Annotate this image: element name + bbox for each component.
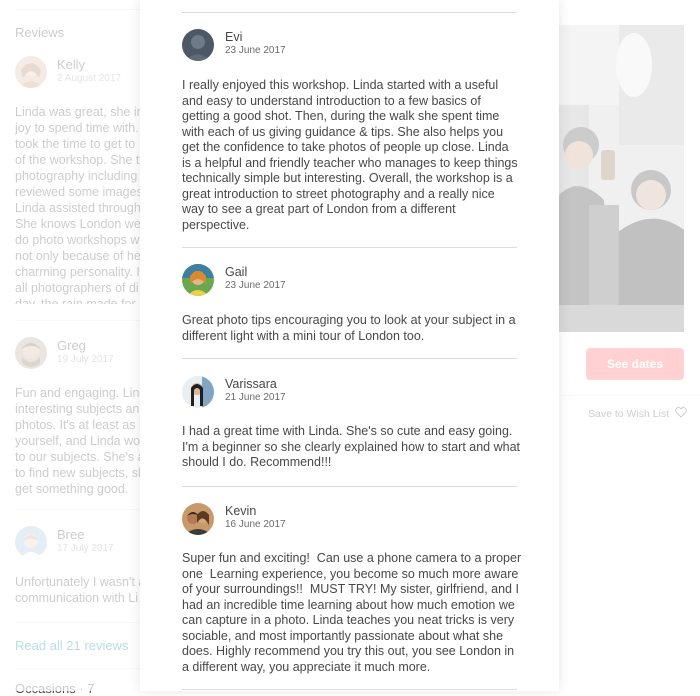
avatar: [182, 264, 214, 296]
review-item: Kevin 16 June 2017 Super fun and excitin…: [182, 503, 522, 683]
reviewer-name: Kelly: [57, 57, 86, 72]
review-text: Great photo tips encouraging you to look…: [182, 313, 516, 343]
section-heading-partial: Occasions · 7: [15, 681, 95, 696]
reviewer-name: Bree: [57, 527, 85, 542]
divider: [182, 247, 517, 248]
avatar: [182, 503, 214, 535]
reviewer-name: Gail: [225, 265, 248, 279]
divider: [15, 509, 140, 510]
review-text: Super fun and exciting! Can use a phone …: [182, 551, 522, 674]
review-text: Unfortunately I wasn't a communication w…: [15, 575, 140, 605]
background-review: Kelly 2 August 2017 Linda was great, she…: [15, 56, 140, 306]
reviews-modal: Evi 23 June 2017 I really enjoyed this w…: [140, 0, 559, 691]
review-date: 2 August 2017: [57, 73, 121, 84]
review-date: 23 June 2017: [225, 45, 286, 56]
review-date: 19 July 2017: [57, 354, 114, 365]
review-date: 16 June 2017: [225, 519, 286, 530]
wishlist-label: Save to Wish List: [588, 408, 670, 420]
reviewer-name: Kevin: [225, 504, 257, 518]
review-date: 21 June 2017: [225, 392, 286, 403]
see-dates-button[interactable]: See dates: [586, 348, 684, 380]
save-to-wishlist-button[interactable]: Save to Wish List: [588, 407, 687, 421]
reviewer-name: Varissara: [225, 377, 277, 391]
review-item: Evi 23 June 2017 I really enjoyed this w…: [182, 29, 518, 239]
review-date: 17 July 2017: [57, 543, 114, 554]
review-text: I had a great time with Linda. She's so …: [182, 424, 520, 469]
divider: [182, 689, 517, 690]
review-item: Varissara 21 June 2017 I had a great tim…: [182, 376, 520, 476]
divider: [15, 320, 140, 321]
experience-photo: [559, 25, 684, 332]
review-date: 23 June 2017: [225, 280, 286, 291]
heart-icon: [675, 407, 687, 421]
divider: [559, 395, 700, 396]
divider: [182, 12, 517, 13]
divider: [182, 358, 517, 359]
avatar: [15, 337, 47, 369]
read-all-reviews-link[interactable]: Read all 21 reviews: [15, 638, 128, 653]
background-review: Greg 19 July 2017 Fun and engaging. Lind…: [15, 337, 140, 497]
avatar: [182, 376, 214, 408]
reviewer-name: Evi: [225, 30, 243, 44]
divider: [15, 9, 140, 10]
divider: [15, 668, 140, 669]
review-text: Linda was great, she in joy to spend tim…: [15, 105, 140, 304]
divider: [182, 486, 517, 487]
reviewer-name: Greg: [57, 338, 86, 353]
avatar: [182, 29, 214, 61]
background-review: Bree 17 July 2017 Unfortunately I wasn't…: [15, 526, 140, 616]
reviews-heading: Reviews: [15, 25, 65, 40]
review-text: I really enjoyed this workshop. Linda st…: [182, 78, 518, 232]
divider: [15, 622, 140, 623]
avatar: [15, 526, 47, 558]
review-text: Fun and engaging. Lind interesting subje…: [15, 386, 140, 496]
review-item: Gail 23 June 2017 Great photo tips encou…: [182, 264, 517, 349]
avatar: [15, 56, 47, 88]
